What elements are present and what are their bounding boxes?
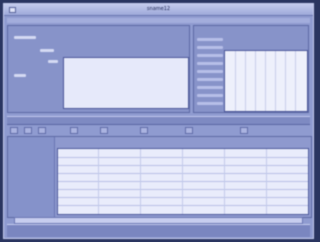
tool-button[interactable]	[10, 127, 18, 134]
splitter[interactable]	[7, 116, 310, 125]
preview-panel	[63, 57, 189, 109]
field-label	[48, 60, 58, 63]
window-title: sname12	[146, 6, 171, 12]
tool-button[interactable]	[140, 127, 148, 134]
right-panel	[193, 25, 309, 113]
side-list	[197, 38, 223, 112]
tool-button[interactable]	[70, 127, 78, 134]
app-window: sname12	[3, 3, 314, 239]
status-bar	[7, 224, 310, 237]
plot-area	[224, 50, 308, 112]
row-headers	[8, 137, 55, 217]
tool-button[interactable]	[100, 127, 108, 134]
toolbar	[10, 126, 307, 134]
data-grid-area	[7, 136, 312, 218]
tool-button[interactable]	[38, 127, 46, 134]
field-label	[14, 74, 26, 77]
menu-bar	[7, 18, 310, 23]
tool-button[interactable]	[185, 127, 193, 134]
tool-button[interactable]	[240, 127, 248, 134]
horizontal-scrollbar[interactable]	[14, 217, 303, 224]
field-label	[14, 36, 36, 39]
left-panel	[7, 25, 190, 113]
tool-button[interactable]	[24, 127, 32, 134]
field-label	[40, 49, 54, 52]
title-bar[interactable]: sname12	[4, 4, 313, 16]
data-table[interactable]	[57, 148, 309, 215]
